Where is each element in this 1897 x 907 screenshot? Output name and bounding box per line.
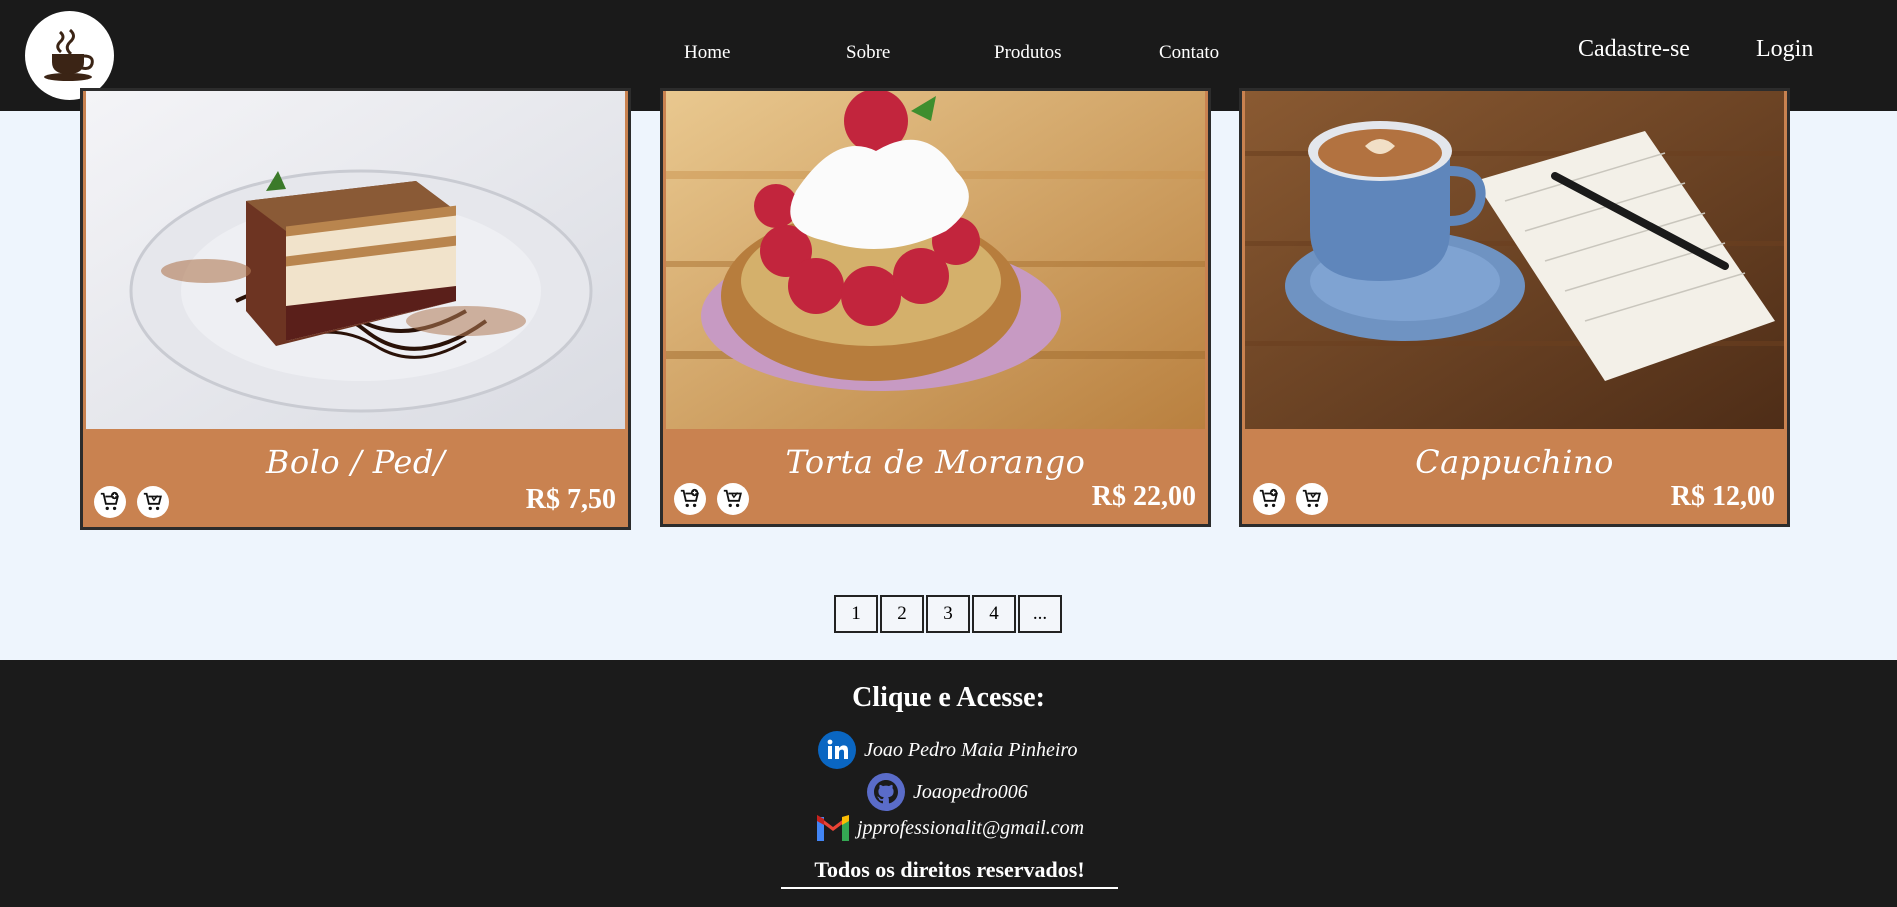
cart-icon	[723, 489, 742, 508]
product-name: Cappuchino	[1415, 443, 1614, 481]
nav-sobre[interactable]: Sobre	[846, 42, 890, 64]
cart-plus-icon	[680, 488, 699, 508]
product-card: Cappuchino R$ 12,00	[1239, 88, 1790, 527]
github-label: Joaopedro006	[913, 780, 1028, 803]
add-to-cart-button[interactable]	[674, 483, 706, 515]
linkedin-link[interactable]: Joao Pedro Maia Pinheiro	[818, 731, 1077, 769]
nav-produtos[interactable]: Produtos	[994, 42, 1062, 64]
product-price: R$ 7,50	[525, 484, 616, 515]
product-name: Torta de Morango	[785, 443, 1086, 481]
linkedin-icon	[818, 731, 856, 769]
product-image	[1245, 91, 1784, 429]
cart-icon	[1302, 489, 1321, 508]
product-image	[666, 91, 1205, 429]
email-label: jpprofessionalit@gmail.com	[857, 816, 1085, 839]
github-icon	[867, 773, 905, 811]
page-button-more[interactable]: ...	[1018, 595, 1062, 633]
copyright-text: Todos os direitos reservados!	[781, 857, 1118, 889]
login-link[interactable]: Login	[1756, 36, 1813, 63]
footer-heading: Clique e Acesse:	[852, 682, 1045, 713]
product-price: R$ 12,00	[1670, 481, 1775, 512]
cappuccino-cup-image	[1245, 91, 1784, 429]
add-to-cart-button[interactable]	[94, 486, 126, 518]
product-card: Torta de Morango R$ 22,00	[660, 88, 1211, 527]
linkedin-label: Joao Pedro Maia Pinheiro	[864, 738, 1078, 761]
cart-icon	[143, 492, 162, 511]
page-button-4[interactable]: 4	[972, 595, 1016, 633]
raspberry-tart-image	[666, 91, 1205, 429]
page-button-3[interactable]: 3	[926, 595, 970, 633]
github-link[interactable]: Joaopedro006	[867, 773, 1028, 811]
add-to-cart-button[interactable]	[1253, 483, 1285, 515]
nav-contato[interactable]: Contato	[1159, 42, 1219, 64]
cart-button[interactable]	[137, 486, 169, 518]
product-card: Bolo / Ped/ R$ 7,50	[80, 88, 631, 530]
nav-home[interactable]: Home	[684, 42, 730, 64]
product-name: Bolo / Ped/	[265, 443, 446, 481]
pagination: 1 2 3 4 ...	[834, 595, 1064, 633]
coffee-cup-icon	[43, 28, 94, 81]
site-logo[interactable]	[25, 11, 114, 100]
signup-link[interactable]: Cadastre-se	[1578, 36, 1690, 63]
product-price: R$ 22,00	[1091, 481, 1196, 512]
footer: Clique e Acesse: Joao Pedro Maia Pinheir…	[0, 660, 1897, 907]
cart-button[interactable]	[717, 483, 749, 515]
cake-slice-image	[86, 91, 625, 429]
page-button-1[interactable]: 1	[834, 595, 878, 633]
product-image	[86, 91, 625, 429]
cart-button[interactable]	[1296, 483, 1328, 515]
cart-plus-icon	[1259, 488, 1278, 508]
email-link[interactable]: jpprofessionalit@gmail.com	[817, 815, 1084, 841]
page-button-2[interactable]: 2	[880, 595, 924, 633]
gmail-icon	[817, 815, 849, 841]
cart-plus-icon	[100, 491, 119, 511]
